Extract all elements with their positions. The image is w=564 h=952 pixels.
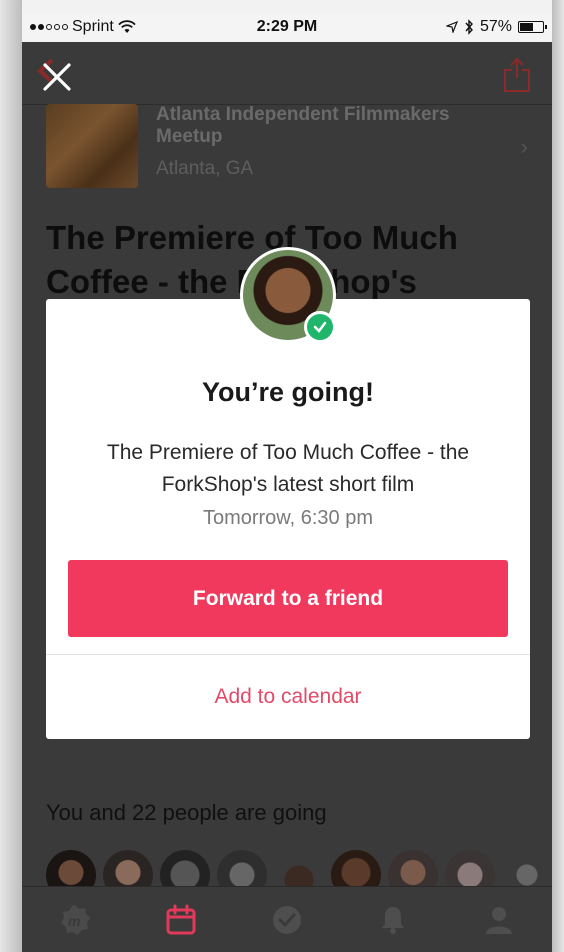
user-avatar [240,247,336,343]
tab-going[interactable] [257,895,317,945]
chevron-right-icon: › [520,134,528,159]
meetup-logo-icon: m [61,905,90,935]
tab-meetup-home[interactable]: m [45,895,105,945]
bluetooth-icon [465,19,473,35]
battery-percent: 57% [479,18,512,35]
group-location: Atlanta, GA [156,158,254,179]
location-arrow-icon [445,21,458,33]
person-icon [486,907,512,934]
close-icon[interactable] [40,60,74,94]
battery-icon [518,21,547,33]
tab-calendar[interactable] [151,895,211,945]
group-name: Atlanta Independent Filmmakers Meetup [156,104,450,147]
svg-text:m: m [68,913,80,929]
bell-icon [382,907,404,934]
share-icon[interactable] [502,56,532,94]
forward-to-friend-button[interactable]: Forward to a friend [68,560,508,637]
tab-notifications[interactable] [363,895,423,945]
modal-event-name: The Premiere of Too Much Coffee - the Fo… [106,441,470,496]
group-thumbnail [46,104,138,188]
nav-bar [22,42,552,105]
phone-screen: Sprint 2:29 PM 57% Atlanta Independent F… [22,14,552,952]
check-circle-icon [273,906,301,934]
status-bar: Sprint 2:29 PM 57% [22,14,552,42]
status-right: 57% [445,18,547,36]
top-strip [0,0,564,14]
add-to-calendar-link[interactable]: Add to calendar [46,655,530,739]
rsvp-confirmation-dialog: You’re going! The Premiere of Too Much C… [46,247,530,739]
check-badge-icon [304,311,336,343]
modal-heading: You’re going! [202,377,374,407]
right-gutter [552,0,564,952]
calendar-icon [166,904,196,935]
modal-event-time: Tomorrow, 6:30 pm [202,507,374,529]
attendees-label: You and 22 people are going [46,800,327,825]
group-row[interactable]: Atlanta Independent Filmmakers Meetup At… [22,104,552,194]
tab-bar: m [22,886,552,952]
left-gutter [0,0,22,952]
tab-profile[interactable] [469,895,529,945]
